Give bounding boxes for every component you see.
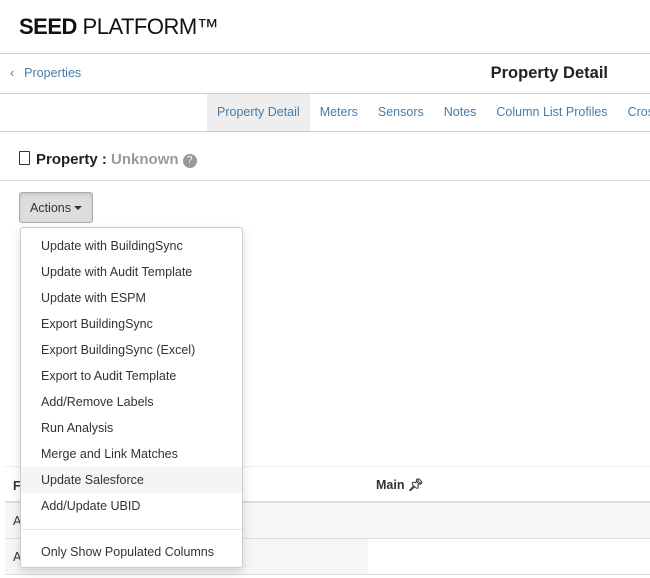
menu-item-export-buildingsync-excel[interactable]: Export BuildingSync (Excel) — [21, 337, 242, 363]
menu-item-export-audit-template[interactable]: Export to Audit Template — [21, 363, 242, 389]
tab-cross[interactable]: Cross — [618, 94, 650, 131]
actions-label: Actions — [30, 201, 71, 215]
menu-item-run-analysis[interactable]: Run Analysis — [21, 415, 242, 441]
property-heading: Property : Unknown ? — [0, 132, 650, 181]
tab-notes[interactable]: Notes — [434, 94, 487, 131]
main-label: Main — [376, 478, 405, 492]
pin-icon[interactable]: 📌︎ — [408, 478, 424, 492]
menu-item-merge-link-matches[interactable]: Merge and Link Matches — [21, 441, 242, 467]
app-header: SEED PLATFORM™ — [0, 0, 650, 54]
caret-down-icon — [74, 206, 82, 210]
tab-bar: Property Detail Meters Sensors Notes Col… — [0, 94, 650, 132]
menu-item-add-remove-labels[interactable]: Add/Remove Labels — [21, 389, 242, 415]
column-header-main[interactable]: Main 📌︎ — [376, 478, 424, 493]
actions-dropdown-menu: Update with BuildingSync Update with Aud… — [20, 227, 243, 568]
property-value: Unknown — [111, 151, 179, 168]
tab-sensors[interactable]: Sensors — [368, 94, 434, 131]
question-circle-icon[interactable]: ? — [182, 154, 197, 168]
back-to-properties-link[interactable]: ‹ Properties — [10, 66, 81, 80]
menu-item-update-salesforce[interactable]: Update Salesforce — [21, 467, 242, 493]
back-label: Properties — [24, 66, 82, 80]
tab-property-detail[interactable]: Property Detail — [207, 94, 310, 131]
brand-rest: PLATFORM™ — [76, 14, 219, 39]
building-icon — [19, 151, 30, 165]
page-title: Property Detail — [490, 64, 608, 82]
menu-divider — [21, 529, 242, 530]
menu-item-update-audit-template[interactable]: Update with Audit Template — [21, 259, 242, 285]
property-label: Property : — [36, 151, 107, 168]
menu-item-add-update-ubid[interactable]: Add/Update UBID — [21, 493, 242, 519]
breadcrumb: ‹ Properties Property Detail — [0, 54, 650, 94]
menu-item-only-show-populated-columns[interactable]: Only Show Populated Columns — [21, 539, 242, 565]
menu-item-export-buildingsync[interactable]: Export BuildingSync — [21, 311, 242, 337]
chevron-left-icon: ‹ — [10, 66, 15, 80]
brand-bold: SEED — [19, 14, 77, 39]
tab-column-list-profiles[interactable]: Column List Profiles — [486, 94, 617, 131]
actions-button[interactable]: Actions — [19, 192, 93, 223]
menu-item-update-espm[interactable]: Update with ESPM — [21, 285, 242, 311]
tab-meters[interactable]: Meters — [310, 94, 368, 131]
menu-item-update-buildingsync[interactable]: Update with BuildingSync — [21, 233, 242, 259]
